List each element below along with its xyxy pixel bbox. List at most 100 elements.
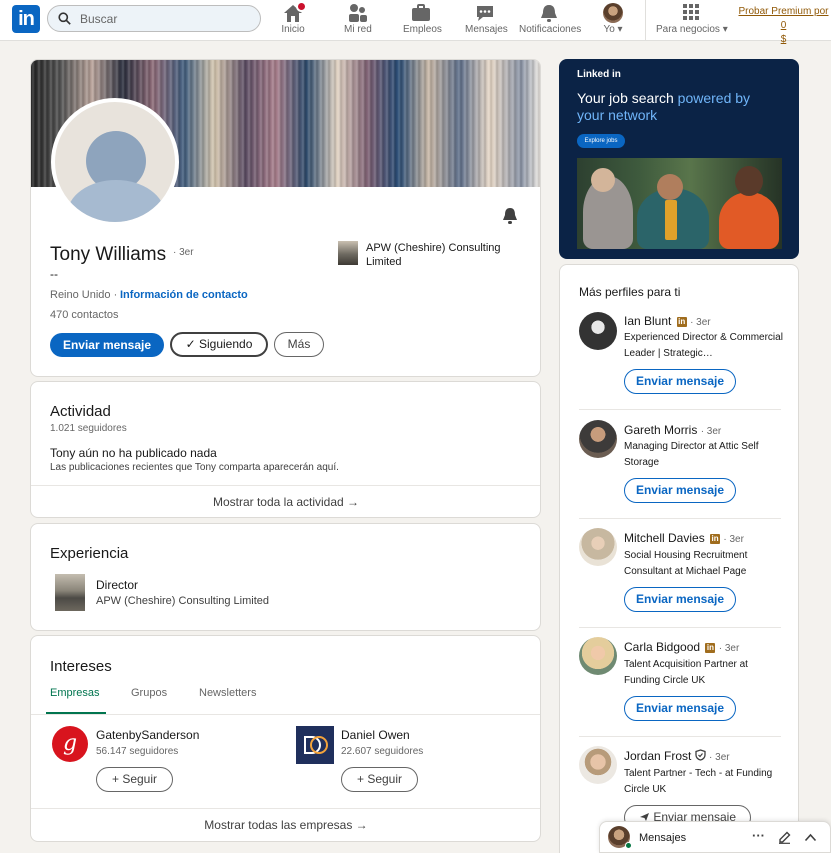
send-message-button[interactable]: Enviar mensaje <box>624 696 736 721</box>
interest-company-name[interactable]: Daniel Owen <box>341 728 410 742</box>
more-button[interactable]: Más <box>274 332 324 357</box>
messaging-overlay[interactable]: Mensajes ··· <box>599 821 831 853</box>
experience-card: Experiencia Director APW (Cheshire) Cons… <box>30 523 541 631</box>
ad-brand-logo: Linked in <box>577 69 621 80</box>
chevron-up-icon[interactable] <box>804 833 817 842</box>
compose-icon[interactable] <box>778 831 791 844</box>
profile-suggestion-name[interactable]: Carla Bidgood in · 3er <box>624 640 739 654</box>
nav-business[interactable]: Para negocios ▾ <box>656 2 728 38</box>
profile-avatar[interactable] <box>579 637 617 675</box>
nav-network[interactable]: Mi red <box>344 2 372 38</box>
company-logo[interactable] <box>338 241 358 265</box>
nav-divider <box>645 0 646 40</box>
premium-line2: $ <box>780 34 787 45</box>
profile-suggestion-headline: Social Housing Recruitment Consultant at… <box>624 550 748 577</box>
interest-company-followers: 22.607 seguidores <box>341 746 424 757</box>
interest-company-name[interactable]: GatenbySanderson <box>96 728 199 742</box>
tab-newsletters[interactable]: Newsletters <box>199 687 256 699</box>
profile-card: Tony Williams · 3er -- Reino Unido · Inf… <box>30 59 541 377</box>
profile-suggestion-headline: Talent Partner - Tech - at Funding Circl… <box>624 768 773 795</box>
person-degree: · 3er <box>723 534 744 545</box>
send-message-button[interactable]: Enviar mensaje <box>624 369 736 394</box>
bell-icon <box>538 3 560 23</box>
nav-jobs[interactable]: Empleos <box>403 2 442 38</box>
person-name: Gareth Morris <box>624 423 698 437</box>
messaging-icon <box>474 3 496 23</box>
ad-cta-button[interactable]: Explore jobs <box>577 134 625 148</box>
contact-info-link[interactable]: Información de contacto <box>120 289 248 301</box>
gatenbysanderson-logo[interactable]: g <box>52 726 88 762</box>
profile-avatar[interactable] <box>579 420 617 458</box>
nav-notifications[interactable]: Notificaciones <box>519 2 582 38</box>
activity-followers[interactable]: 1.021 seguidores <box>50 423 127 434</box>
home-icon <box>282 1 307 23</box>
search-bar[interactable]: Buscar <box>47 5 261 32</box>
person-degree: · 3er <box>709 752 730 763</box>
ad-headline: Your job search powered by your network <box>577 90 777 124</box>
danielowen-logo[interactable] <box>296 726 334 764</box>
nav-messaging[interactable]: Mensajes <box>465 2 508 38</box>
experience-title: Experiencia <box>50 545 129 562</box>
interests-title: Intereses <box>50 658 112 675</box>
activity-card: Actividad 1.021 seguidores Tony aún no h… <box>30 381 541 518</box>
profile-suggestion-name[interactable]: Ian Blunt in · 3er <box>624 314 711 328</box>
profile-suggestion-name[interactable]: Mitchell Davies in · 3er <box>624 531 744 545</box>
interests-card: Intereses Empresas Grupos Newsletters g … <box>30 635 541 842</box>
profile-avatar[interactable] <box>579 312 617 350</box>
linkedin-logo[interactable]: in <box>12 5 40 33</box>
messaging-label: Mensajes <box>639 832 687 844</box>
experience-company[interactable]: APW (Cheshire) Consulting Limited <box>96 595 269 607</box>
tab-groups[interactable]: Grupos <box>131 687 167 699</box>
send-message-button[interactable]: Enviar mensaje <box>624 478 736 503</box>
follow-button[interactable]: + Seguir <box>96 767 173 792</box>
experience-company-logo[interactable] <box>55 574 85 611</box>
activity-empty-desc: Las publicaciones recientes que Tony com… <box>50 462 339 473</box>
person-degree: · 3er <box>700 426 722 437</box>
ad-photo <box>577 158 782 249</box>
follow-button[interactable]: + Seguir <box>341 767 418 792</box>
connections-count[interactable]: 470 contactos <box>50 309 119 321</box>
person-degree: · 3er <box>718 643 740 654</box>
person-name: Mitchell Davies <box>624 531 705 545</box>
send-message-button[interactable]: Enviar mensaje <box>624 587 736 612</box>
nav-business-label: Para negocios ▾ <box>656 24 728 35</box>
more-profiles-title: Más perfiles para ti <box>579 285 681 299</box>
person-name: Carla Bidgood <box>624 640 701 654</box>
following-button[interactable]: ✓ Siguiendo <box>170 332 268 357</box>
nav-jobs-label: Empleos <box>403 24 442 35</box>
experience-role: Director <box>96 578 139 592</box>
nav-home[interactable]: Inicio <box>281 1 307 38</box>
search-icon <box>58 12 71 25</box>
more-options-icon[interactable]: ··· <box>752 828 765 843</box>
profile-headline: -- <box>50 267 58 281</box>
profile-suggestion-headline: Talent Acquisition Partner at Funding Ci… <box>624 659 748 686</box>
show-all-companies-link[interactable]: Mostrar todas las empresas → <box>31 818 540 832</box>
bell-icon[interactable] <box>501 207 519 225</box>
nav-me[interactable]: Yo ▾ <box>601 2 625 38</box>
profile-avatar[interactable] <box>579 528 617 566</box>
nav-network-label: Mi red <box>344 24 372 35</box>
nav-messaging-label: Mensajes <box>465 24 508 35</box>
nav-notifications-label: Notificaciones <box>519 24 582 35</box>
premium-badge-icon: in <box>676 317 687 327</box>
profile-avatar[interactable] <box>579 746 617 784</box>
message-button[interactable]: Enviar mensaje <box>50 333 164 357</box>
advertisement[interactable]: Linked in Your job search powered by you… <box>559 59 799 259</box>
profile-name: Tony Williams <box>50 244 167 265</box>
tab-companies[interactable]: Empresas <box>50 687 100 699</box>
grid-icon <box>680 3 702 23</box>
notification-badge <box>296 1 307 12</box>
profile-suggestion-headline: Experienced Director & Commercial Leader… <box>624 332 783 359</box>
premium-link[interactable]: Probar Premium por 0 $ <box>736 5 831 47</box>
profile-avatar[interactable] <box>51 98 179 226</box>
search-input[interactable]: Buscar <box>80 12 117 26</box>
profile-suggestion-name[interactable]: Jordan Frost · 3er <box>624 749 730 763</box>
network-icon <box>346 3 368 23</box>
verified-shield-icon <box>695 749 706 761</box>
nav-me-label: Yo ▾ <box>603 24 623 35</box>
top-nav: in Buscar Inicio Mi red Empleos Mensajes… <box>0 0 831 45</box>
profile-suggestion-name[interactable]: Gareth Morris · 3er <box>624 423 721 437</box>
profile-suggestion-headline: Managing Director at Attic Self Storage <box>624 441 759 468</box>
current-company[interactable]: APW (Cheshire) Consulting Limited <box>366 241 516 269</box>
show-all-activity-link[interactable]: Mostrar toda la actividad → <box>31 495 540 509</box>
